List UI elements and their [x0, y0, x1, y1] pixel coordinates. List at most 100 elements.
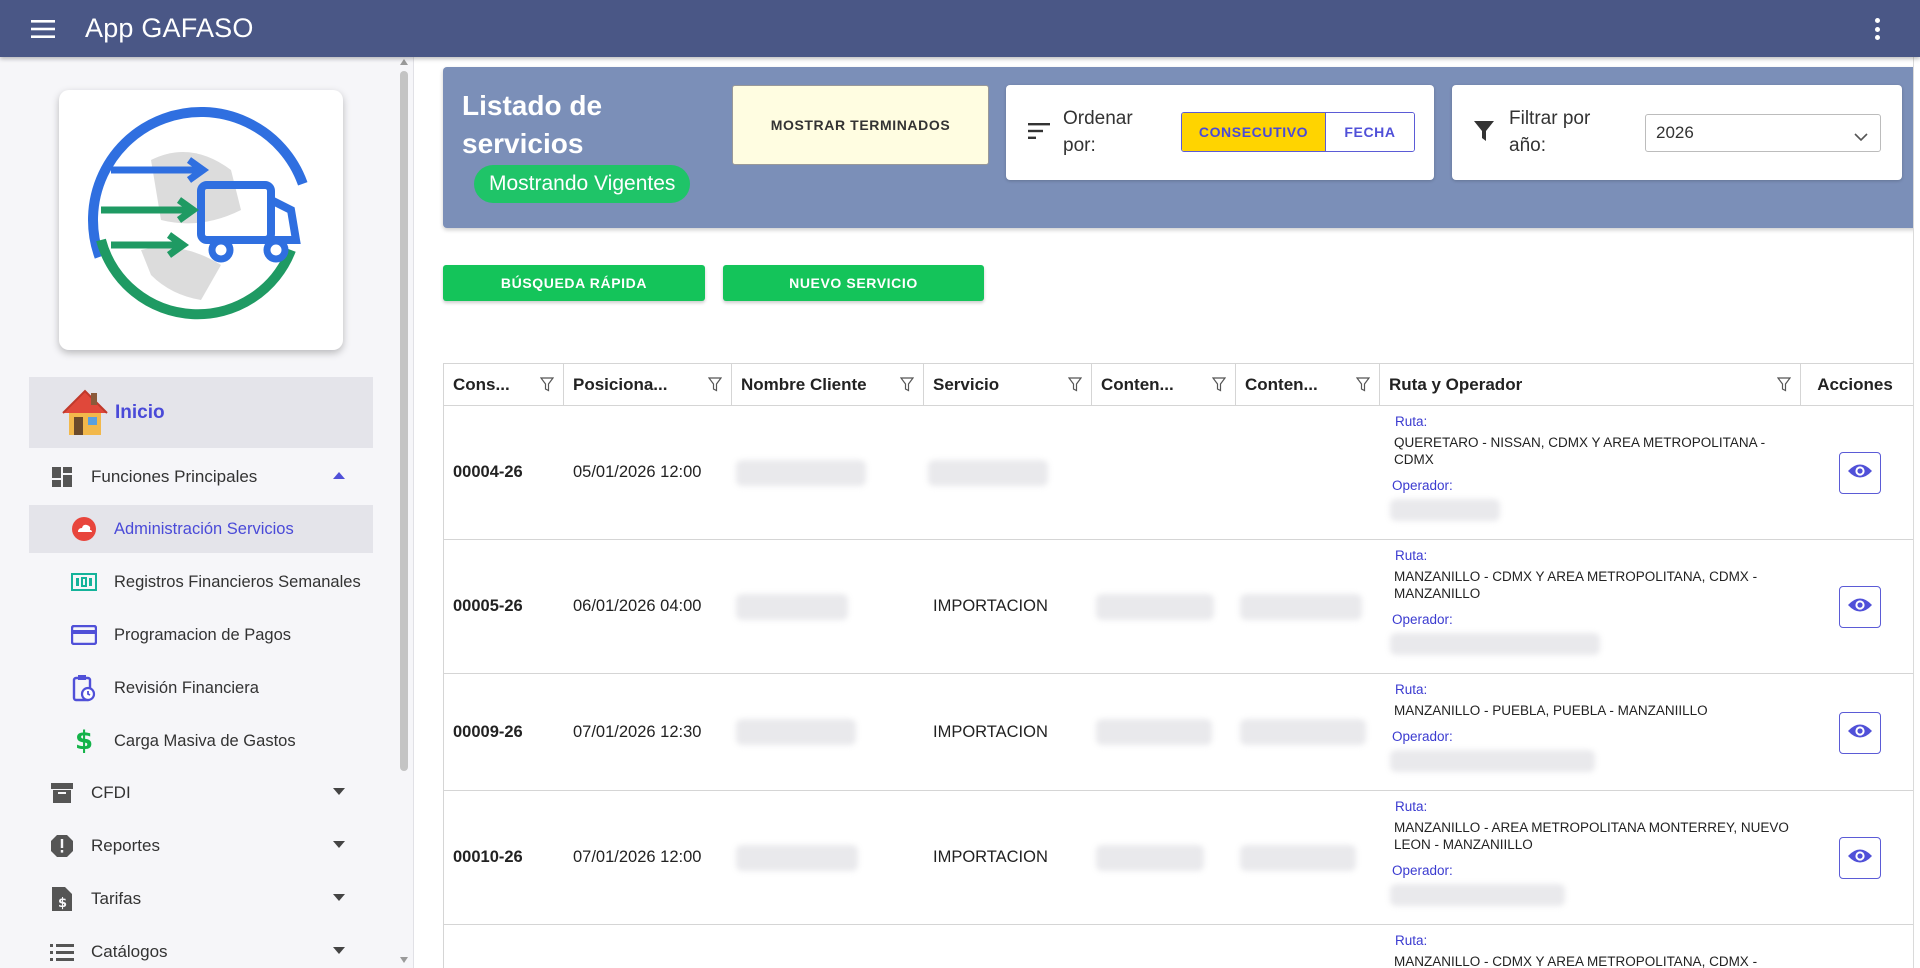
cell-cons: 00004-26: [453, 463, 523, 481]
ruta-label: Ruta:: [1395, 682, 1428, 697]
menu-icon[interactable]: [14, 0, 71, 57]
column-filter-icon[interactable]: [1211, 377, 1227, 397]
main-scrollbar[interactable]: [1913, 57, 1920, 968]
cell-ruta-operador: Ruta: MANZANILLO - CDMX Y AREA METROPOLI…: [1390, 548, 1790, 655]
status-pill: Mostrando Vigentes: [474, 165, 691, 203]
nav-item-carga-masiva-gastos[interactable]: $ Carga Masiva de Gastos: [29, 717, 373, 765]
ruta-text: MANZANILLO - CDMX Y AREA METROPOLITANA, …: [1394, 569, 1758, 601]
chevron-down-icon: [333, 947, 345, 954]
column-header-cons[interactable]: Cons...: [444, 364, 564, 405]
column-header-nombre-cliente[interactable]: Nombre Cliente: [732, 364, 924, 405]
cell-contenedor-1-redacted: [1092, 540, 1236, 673]
nav-item-administracion-servicios[interactable]: Administración Servicios: [29, 505, 373, 553]
cell-servicio: IMPORTACION: [933, 848, 1048, 866]
filter-icon: [1474, 121, 1494, 146]
cell-contenedor-1-redacted: [1092, 791, 1236, 924]
year-select[interactable]: 2026: [1645, 114, 1881, 152]
nav-item-programacion-pagos[interactable]: Programacion de Pagos: [29, 611, 373, 659]
invoice-dollar-icon: $: [47, 884, 77, 914]
table-row: 00005-26 06/01/2026 04:00 IMPORTACION Ru…: [444, 540, 1920, 674]
table-row: 00010-26 07/01/2026 12:00 IMPORTACION Ru…: [444, 791, 1920, 925]
ruta-text: MANZANILLO - AREA METROPOLITANA MONTERRE…: [1394, 820, 1789, 852]
quick-search-button[interactable]: BÚSQUEDA RÁPIDA: [443, 265, 705, 301]
table-row: Ruta: MANZANILLO - CDMX Y AREA METROPOLI…: [444, 925, 1920, 968]
scroll-up-arrow[interactable]: [400, 59, 408, 65]
operador-redacted: [1390, 750, 1595, 772]
nav-item-label: Revisión Financiera: [114, 678, 259, 697]
column-header-contenedor-2[interactable]: Conten...: [1236, 364, 1380, 405]
cell-cons: 00009-26: [453, 722, 523, 741]
services-table: Cons... Posiciona... Nombre Cliente Serv…: [443, 363, 1920, 968]
operador-label: Operador:: [1392, 612, 1453, 627]
nav-group-cfdi[interactable]: CFDI: [29, 768, 373, 818]
sidebar-scrollbar[interactable]: [400, 71, 408, 771]
cell-nombre-cliente-redacted: [732, 406, 924, 539]
column-filter-icon[interactable]: [1355, 377, 1371, 397]
ruta-label: Ruta:: [1395, 933, 1428, 948]
new-service-button[interactable]: NUEVO SERVICIO: [723, 265, 984, 301]
operador-label: Operador:: [1392, 729, 1453, 744]
sort-icon: [1028, 123, 1050, 144]
operador-redacted: [1390, 499, 1500, 521]
view-button[interactable]: [1839, 712, 1881, 754]
nav-home[interactable]: Inicio: [29, 377, 373, 448]
nav-home-label: Inicio: [115, 401, 165, 423]
nav-item-registros-financieros[interactable]: Registros Financieros Semanales: [29, 558, 373, 606]
eye-icon: [1847, 722, 1873, 745]
column-header-ruta-operador[interactable]: Ruta y Operador: [1380, 364, 1801, 405]
column-filter-icon[interactable]: [899, 377, 915, 397]
view-button[interactable]: [1839, 837, 1881, 879]
cell-nombre-cliente-redacted: [732, 540, 924, 673]
nav-group-label: Funciones Principales: [91, 467, 258, 486]
alert-octagon-icon: [47, 831, 77, 861]
nav-item-label: Carga Masiva de Gastos: [114, 731, 296, 750]
nav-item-label: Programacion de Pagos: [114, 625, 292, 644]
nav-group-funciones-principales[interactable]: Funciones Principales: [29, 452, 373, 502]
view-button[interactable]: [1839, 586, 1881, 628]
column-filter-icon[interactable]: [1067, 377, 1083, 397]
order-option-fecha[interactable]: FECHA: [1326, 113, 1414, 151]
cell-posicionamiento: 06/01/2026 04:00: [573, 597, 702, 615]
company-logo: [59, 90, 343, 350]
operador-label: Operador:: [1392, 863, 1453, 878]
nav-group-catalogos[interactable]: Catálogos: [29, 927, 373, 968]
column-filter-icon[interactable]: [707, 377, 723, 397]
main-content: Listado de servicios Mostrando Vigentes …: [414, 57, 1920, 968]
column-header-servicio[interactable]: Servicio: [924, 364, 1092, 405]
more-options-icon[interactable]: [1872, 18, 1882, 40]
scroll-down-arrow[interactable]: [400, 957, 408, 963]
operador-redacted: [1390, 884, 1565, 906]
eye-icon: [1847, 847, 1873, 870]
ruta-label: Ruta:: [1395, 414, 1428, 429]
chevron-down-icon: [333, 788, 345, 795]
cell-servicio: IMPORTACION: [933, 597, 1048, 615]
app-title: App GAFASO: [85, 13, 254, 43]
nav-group-label: CFDI: [91, 783, 131, 802]
column-header-posicionamiento[interactable]: Posiciona...: [564, 364, 732, 405]
dollar-icon: $: [74, 726, 94, 756]
cell-cons: 00005-26: [453, 597, 523, 615]
show-finished-button[interactable]: MOSTRAR TERMINADOS: [732, 85, 989, 165]
cell-nombre-cliente-redacted: [732, 674, 924, 790]
column-filter-icon[interactable]: [1776, 377, 1792, 397]
nav-group-tarifas[interactable]: $ Tarifas: [29, 874, 373, 924]
nav-item-label: Administración Servicios: [114, 519, 294, 538]
cell-servicio-redacted: [924, 406, 1092, 539]
nav-item-revision-financiera[interactable]: Revisión Financiera: [29, 664, 373, 712]
operador-redacted: [1390, 633, 1600, 655]
nav-group-reportes[interactable]: Reportes: [29, 821, 373, 871]
column-header-contenedor-1[interactable]: Conten...: [1092, 364, 1236, 405]
cell-posicionamiento: 05/01/2026 12:00: [573, 463, 702, 481]
cloud-icon: [70, 515, 98, 543]
chevron-down-icon: [333, 841, 345, 848]
view-button[interactable]: [1839, 452, 1881, 494]
nav-group-label: Reportes: [91, 836, 160, 855]
table-row: 00004-26 05/01/2026 12:00 Ruta: QUERETAR…: [444, 406, 1920, 540]
column-filter-icon[interactable]: [539, 377, 555, 397]
list-icon: [47, 937, 77, 967]
chevron-down-icon: [333, 894, 345, 901]
order-option-consecutivo[interactable]: CONSECUTIVO: [1182, 113, 1326, 151]
ruta-label: Ruta:: [1395, 548, 1428, 563]
cell-contenedor-2-redacted: [1236, 674, 1380, 790]
header-panel: Listado de servicios Mostrando Vigentes …: [443, 67, 1920, 228]
